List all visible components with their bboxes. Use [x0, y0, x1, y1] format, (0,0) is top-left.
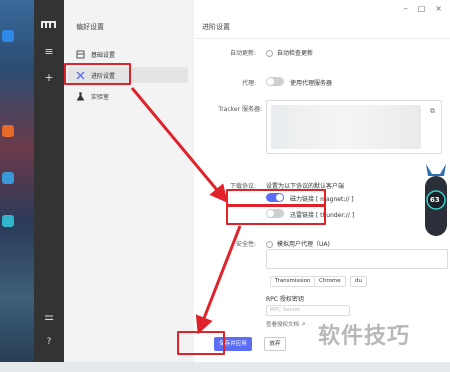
- auto-update-text: 自动检查更新: [277, 50, 314, 57]
- proxy-option-text: 使用代理服务器: [290, 80, 333, 87]
- page-title: 进阶设置: [202, 23, 230, 31]
- maximize-icon[interactable]: □: [418, 4, 426, 13]
- settings-sliders-icon[interactable]: ⚌: [43, 311, 55, 323]
- discard-button[interactable]: 放弃: [264, 337, 286, 351]
- desktop-app-icon[interactable]: [2, 30, 14, 42]
- sidebar-item-lab[interactable]: 实验室: [68, 88, 188, 104]
- rpc-doc-link[interactable]: 查看授权文档 ↗: [266, 320, 305, 328]
- ua-option-text: 模拟用户代理（UA): [277, 241, 330, 248]
- highlight-save-button: [177, 331, 225, 355]
- copy-icon[interactable]: ⧉: [430, 107, 435, 116]
- security-label: 安全性:: [235, 241, 256, 248]
- ua-option[interactable]: 模拟用户代理（UA): [266, 239, 330, 248]
- auto-update-label: 自动更新:: [229, 50, 256, 57]
- auto-update-checkbox[interactable]: [266, 50, 273, 57]
- rpc-secret-placeholder: RPC Secret: [270, 307, 301, 313]
- highlight-thunder-option: [226, 205, 326, 225]
- task-list-icon[interactable]: ≡: [43, 46, 55, 58]
- highlight-advanced-settings: [64, 63, 131, 85]
- ua-checkbox[interactable]: [266, 241, 273, 248]
- ua-textarea[interactable]: [266, 249, 448, 269]
- minimize-icon[interactable]: –: [404, 4, 408, 13]
- monitor-score: 63: [430, 196, 440, 204]
- nav-rail: ≡ + ⚌ ?: [34, 0, 64, 362]
- proxy-label: 代理:: [241, 80, 256, 87]
- help-icon[interactable]: ?: [43, 336, 55, 348]
- ua-preset-chrome[interactable]: Chrome: [314, 276, 346, 287]
- sidebar-title: 偏好设置: [76, 23, 104, 31]
- highlight-magnet-option: [226, 189, 326, 206]
- watermark: 软件技巧: [318, 324, 411, 349]
- ua-preset-transmission[interactable]: Transmission: [270, 276, 316, 287]
- app-window: ≡ + ⚌ ? 偏好设置 基础设置 进阶设置 实验室 进阶设置 – □ × 自动…: [34, 0, 450, 362]
- close-icon[interactable]: ×: [435, 4, 442, 13]
- basic-settings-icon: [76, 50, 85, 59]
- add-task-icon[interactable]: +: [43, 72, 55, 84]
- window-controls: – □ ×: [404, 4, 442, 13]
- settings-sidebar: 偏好设置 基础设置 进阶设置 实验室: [64, 0, 194, 362]
- proxy-toggle[interactable]: [266, 77, 284, 86]
- logo-icon: [41, 21, 56, 28]
- settings-main: 进阶设置 – □ × 自动更新: 自动检查更新 代理: 使用代理服务器 Trac…: [194, 0, 450, 362]
- desktop-background: [0, 0, 34, 372]
- rpc-label: RPC 授权密钥: [266, 296, 304, 303]
- blurred-tracker-list: [271, 105, 421, 149]
- ua-preset-du[interactable]: du: [350, 276, 367, 287]
- tracker-label: Tracker 服务器:: [218, 106, 262, 113]
- sidebar-item-basic[interactable]: 基础设置: [68, 46, 188, 62]
- desktop-app-icon[interactable]: [2, 215, 14, 227]
- auto-update-option[interactable]: 自动检查更新: [266, 48, 313, 57]
- lab-flask-icon: [76, 92, 85, 101]
- bottom-bar: [0, 362, 450, 372]
- tracker-textarea[interactable]: ⧉: [266, 100, 442, 154]
- sidebar-item-label: 基础设置: [91, 51, 116, 59]
- desktop-app-icon[interactable]: [2, 125, 14, 137]
- title-divider: [194, 38, 450, 39]
- floating-monitor-widget[interactable]: 63: [422, 160, 450, 240]
- rpc-secret-input[interactable]: RPC Secret: [266, 305, 350, 316]
- desktop-app-icon[interactable]: [2, 172, 14, 184]
- sidebar-item-label: 实验室: [91, 93, 110, 101]
